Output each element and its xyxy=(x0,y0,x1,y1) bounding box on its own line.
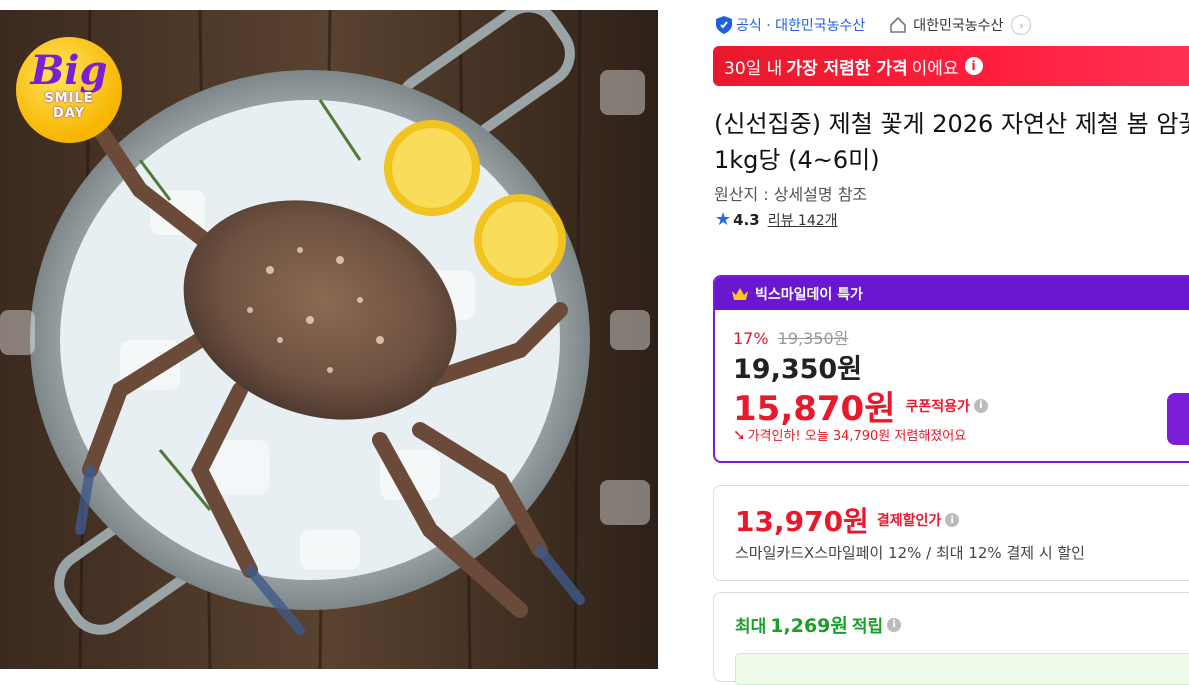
points-row: 최대 1,269원 적립 i xyxy=(735,611,902,638)
down-arrow-icon: ➘ xyxy=(733,425,746,444)
points-amount: 1,269원 xyxy=(770,615,848,637)
info-icon[interactable]: i xyxy=(964,57,983,75)
info-icon[interactable]: i xyxy=(887,617,902,632)
lowest-price-banner: 30일 내 가장 저렴한 가격 이에요 i xyxy=(713,46,1189,86)
discount-row: 17% 19,350원 xyxy=(733,325,848,349)
product-title-line1: (신선집중) 제철 꽃게 2026 자연산 제철 봄 암꽃게 xyxy=(714,110,1189,138)
badge-big-text: Big xyxy=(30,47,108,94)
original-price: 19,350원 xyxy=(777,329,849,348)
product-info-panel: 공식 · 대한민국농수산 대한민국농수산 › 30일 내 가장 저렴한 가격 이… xyxy=(710,0,1189,685)
big-smile-day-badge: Big SMILE DAY xyxy=(16,37,122,143)
banner-bold: 가장 저렴한 가격 xyxy=(786,58,908,79)
official-seller-label[interactable]: 공식 · 대한민국농수산 xyxy=(736,15,865,35)
info-icon[interactable]: i xyxy=(945,513,960,527)
star-icon: ★ xyxy=(715,209,732,230)
coupon-price: 15,870원 xyxy=(733,389,896,429)
official-shield-icon xyxy=(716,16,732,34)
points-suffix: 적립 xyxy=(851,617,884,637)
store-link[interactable]: 대한민국농수산 › xyxy=(889,15,1032,35)
crown-icon xyxy=(732,287,748,300)
review-count-link[interactable]: 리뷰 142개 xyxy=(768,210,838,230)
points-prefix: 최대 xyxy=(735,617,767,637)
product-title-line2: 1kg당 (4~6미) xyxy=(714,146,880,174)
payment-discount-card: 13,970원 결제할인가 i 스마일카드X스마일페이 12% / 최대 12%… xyxy=(713,485,1189,581)
payment-price-row: 13,970원 결제할인가 i xyxy=(735,500,960,540)
rating-row: ★ 4.3 리뷰 142개 xyxy=(715,209,838,230)
price-drop-notice: ➘ 가격인하! 오늘 34,790원 저렴해졌어요 xyxy=(733,425,967,445)
chevron-right-icon: › xyxy=(1011,15,1032,35)
product-title: (신선집중) 제철 꽃게 2026 자연산 제철 봄 암꽃게 1kg당 (4~6… xyxy=(714,106,1189,178)
coupon-price-row: 15,870원 쿠폰적용가 i xyxy=(733,381,988,430)
points-detail-box xyxy=(735,653,1189,685)
price-drop-text: 가격인하! 오늘 34,790원 저렴해졌어요 xyxy=(747,429,967,444)
banner-prefix: 30일 내 xyxy=(724,58,783,79)
coupon-label: 쿠폰적용가 xyxy=(905,398,970,415)
product-photo[interactable]: Big SMILE DAY xyxy=(0,10,658,669)
deal-header: 빅스마일데이 특가 xyxy=(715,277,1189,310)
payment-desc: 스마일카드X스마일페이 12% / 최대 12% 결제 시 할인 xyxy=(735,544,1085,562)
payment-price: 13,970원 xyxy=(735,505,869,538)
banner-suffix: 이에요 xyxy=(911,58,959,79)
payment-label: 결제할인가 xyxy=(876,513,942,529)
special-deal-box: 빅스마일데이 특가 17% 19,350원 19,350원 15,870원 쿠폰… xyxy=(713,275,1189,463)
badge-day-text: DAY xyxy=(52,106,86,121)
seller-row: 공식 · 대한민국농수산 대한민국농수산 › xyxy=(716,12,1032,38)
store-name: 대한민국농수산 xyxy=(913,18,1004,34)
deal-header-label: 빅스마일데이 특가 xyxy=(755,286,863,303)
info-icon[interactable]: i xyxy=(973,398,988,413)
home-icon xyxy=(890,16,907,33)
coupon-download-button[interactable] xyxy=(1167,393,1189,445)
origin-text: 원산지 : 상세설명 참조 xyxy=(714,185,868,204)
discount-percent: 17% xyxy=(733,329,769,348)
rating-score: 4.3 xyxy=(733,210,760,229)
